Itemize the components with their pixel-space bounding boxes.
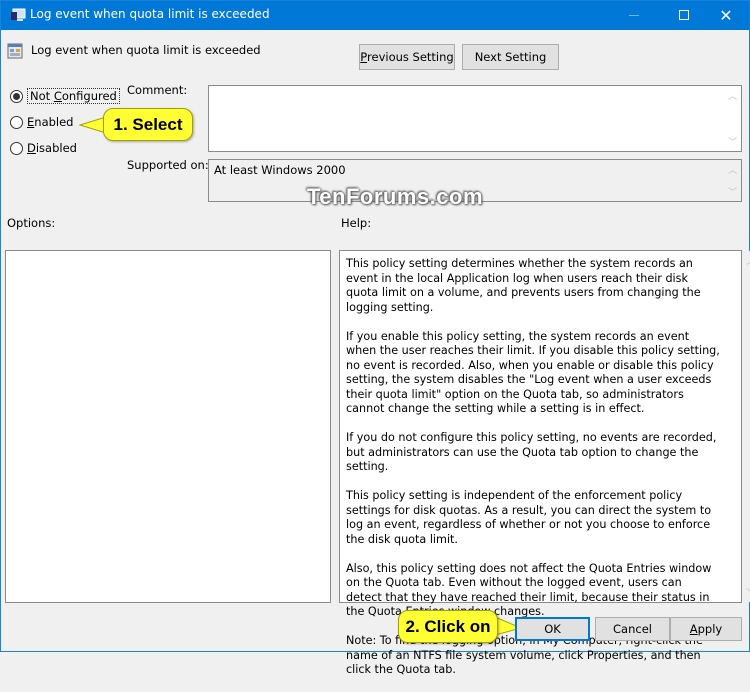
ok-button[interactable]: OK [515,617,590,641]
help-paragraph: This policy setting is independent of th… [346,489,712,546]
comment-textarea[interactable]: ︿ ﹀ [208,85,742,152]
radio-button-selected[interactable] [10,89,23,103]
group-policy-app-icon [11,8,26,21]
callout-select: 1. Select [103,108,193,141]
policy-dialog-window: Log event when quota limit is exceeded ✕… [0,0,750,676]
supported-on-value: At least Windows 2000 [214,163,346,177]
previous-setting-label: revious Setting [367,50,454,64]
help-scrollbar[interactable]: ︿ ﹀ [742,251,750,602]
scroll-down-icon[interactable]: ﹀ [742,586,750,599]
policy-title: Log event when quota limit is exceeded [31,43,261,57]
maximize-button[interactable] [661,1,707,30]
previous-setting-button[interactable]: Previous Setting [359,44,455,70]
supported-on-label: Supported on: [127,158,209,172]
maximize-icon [679,10,689,20]
radio-label-enabled: Enabled [27,115,74,129]
watermark: TenForums.com [307,184,484,209]
apply-label: pply [697,622,723,636]
title-bar[interactable]: Log event when quota limit is exceeded ✕ [1,1,749,30]
close-icon: ✕ [719,6,733,25]
radio-label-disabled: Disabled [27,141,77,155]
radio-button[interactable] [10,115,23,129]
previous-setting-accel: P [360,50,368,64]
radio-not-configured[interactable]: Not Configured [10,88,120,104]
comment-scrollbar[interactable]: ︿ ﹀ [724,86,741,151]
scroll-up-icon[interactable]: ︿ [724,163,741,176]
scroll-down-icon[interactable]: ﹀ [724,185,741,198]
scroll-up-icon[interactable]: ︿ [724,89,741,102]
help-paragraph: If you do not configure this policy sett… [346,431,717,473]
close-button[interactable]: ✕ [703,1,749,30]
comment-label: Comment: [127,83,188,97]
help-label: Help: [341,216,372,230]
options-label: Options: [7,216,56,230]
radio-label-not-configured: Not Configured [27,88,120,104]
supported-on-scrollbar[interactable]: ︿ ﹀ [724,160,741,201]
scroll-down-icon[interactable]: ﹀ [724,135,741,148]
options-panel [5,250,331,603]
apply-accel: A [689,622,698,636]
next-setting-button[interactable]: Next Setting [462,44,559,70]
callout-1-tail [78,116,106,134]
help-paragraph: If you enable this policy setting, the s… [346,329,720,416]
help-panel: This policy setting determines whether t… [339,250,750,676]
minimize-icon [629,14,639,16]
cancel-button[interactable]: Cancel [595,617,670,641]
minimize-button[interactable] [611,1,657,30]
window-title: Log event when quota limit is exceeded [30,7,270,21]
radio-button[interactable] [10,141,23,155]
apply-button[interactable]: Apply [670,617,742,641]
radio-enabled[interactable]: Enabled [10,115,74,129]
radio-disabled[interactable]: Disabled [10,141,77,155]
scroll-up-icon[interactable]: ︿ [742,254,750,267]
callout-click-on: 2. Click on [398,610,498,643]
policy-setting-icon [7,43,23,59]
help-paragraph: This policy setting determines whether t… [346,257,701,314]
